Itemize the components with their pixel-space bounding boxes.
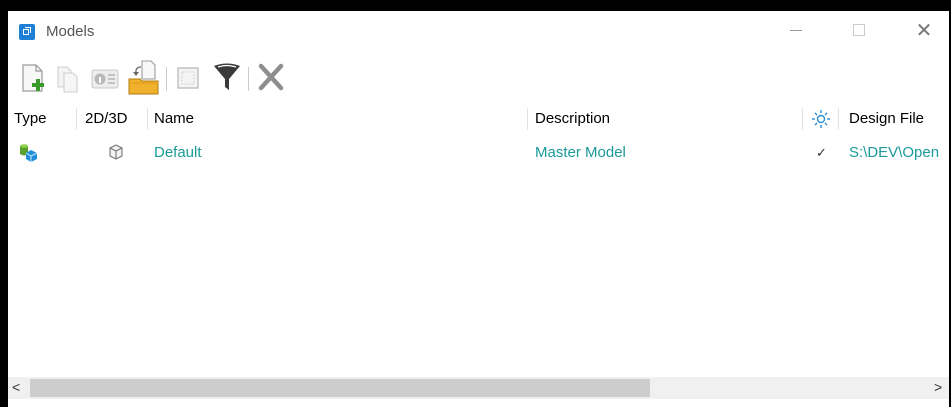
select-all-icon — [177, 67, 199, 89]
model-name: Default — [154, 144, 202, 161]
models-list: Type 2D/3D Name Description Design File — [8, 105, 949, 377]
column-header-2d3d[interactable]: 2D/3D — [85, 105, 128, 133]
select-all-button[interactable] — [172, 57, 206, 97]
sun-icon — [812, 110, 830, 128]
delete-model-button[interactable] — [254, 57, 288, 97]
window-title: Models — [46, 23, 95, 40]
maximize-button[interactable] — [836, 11, 882, 49]
filter-icon — [214, 63, 240, 90]
scroll-right-arrow[interactable]: > — [934, 379, 942, 395]
column-header-active[interactable] — [808, 105, 834, 133]
delete-icon — [258, 63, 284, 91]
close-button[interactable]: ✕ — [901, 11, 947, 49]
new-model-button[interactable] — [18, 57, 50, 97]
column-divider — [147, 108, 148, 130]
models-dialog: Models ✕ Type 2D/3D Name Description Des… — [8, 11, 949, 407]
column-divider — [838, 108, 839, 130]
column-header-description[interactable]: Description — [535, 105, 610, 133]
import-model-button[interactable] — [126, 57, 162, 97]
toolbar-separator — [166, 67, 167, 91]
column-divider — [527, 108, 528, 130]
import-model-icon — [128, 60, 159, 95]
active-check: ✓ — [816, 145, 827, 160]
column-header-type[interactable]: Type — [14, 105, 47, 133]
model-properties-button[interactable] — [88, 57, 122, 97]
model-design-file: S:\DEV\Open — [849, 144, 940, 161]
title-bar: Models ✕ — [8, 11, 949, 49]
design-model-icon — [20, 144, 38, 162]
models-app-icon — [19, 24, 35, 40]
model-description: Master Model — [535, 144, 626, 161]
horizontal-scrollbar[interactable]: < > — [8, 377, 949, 399]
3d-cube-icon — [109, 144, 123, 160]
minimize-button[interactable] — [773, 11, 819, 49]
copy-model-icon — [57, 66, 78, 93]
close-icon: ✕ — [915, 19, 933, 42]
column-header-design-file[interactable]: Design File — [849, 105, 924, 133]
toolbar — [8, 57, 949, 97]
scrollbar-thumb[interactable] — [30, 379, 650, 397]
column-divider — [76, 108, 77, 130]
copy-model-button[interactable] — [52, 57, 84, 97]
scroll-left-arrow[interactable]: < — [12, 379, 20, 395]
column-divider — [802, 108, 803, 130]
toolbar-separator — [248, 67, 249, 91]
model-properties-icon — [91, 69, 119, 89]
column-header-name[interactable]: Name — [154, 105, 194, 133]
new-model-icon — [22, 64, 44, 92]
table-row[interactable]: Default Master Model ✓ S:\DEV\Open — [8, 141, 949, 165]
filter-button[interactable] — [210, 57, 244, 97]
